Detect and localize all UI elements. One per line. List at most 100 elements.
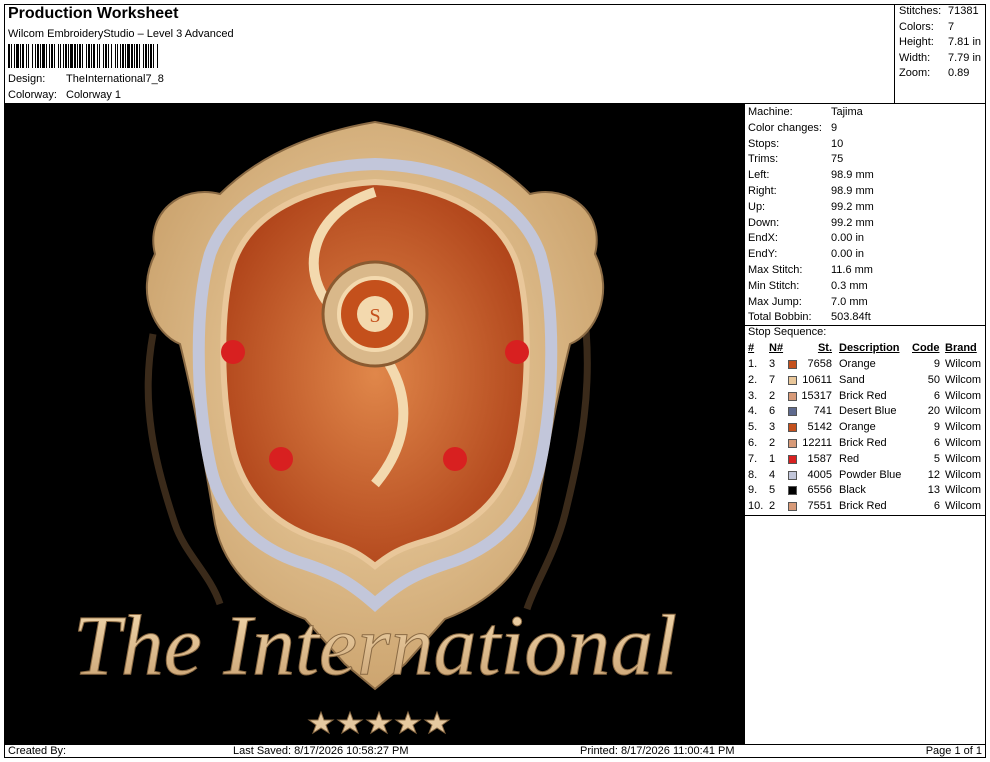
row-brand: Wilcom [945, 500, 982, 513]
info-value: 99.2 mm [831, 216, 874, 229]
row-code: 12 [927, 468, 940, 481]
row-needle: 2 [769, 437, 776, 449]
info-label: Left: [748, 169, 770, 182]
stat-value: 0.89 [948, 67, 970, 80]
row-brand: Wilcom [945, 389, 982, 402]
worksheet-title: Production Worksheet [8, 5, 179, 22]
row-brand: Wilcom [945, 405, 982, 418]
design-text: The International [73, 597, 677, 693]
design-row: Design: TheInternational7_8 [0, 73, 300, 87]
info-value: Tajima [831, 106, 863, 118]
row-description: Sand [839, 373, 865, 386]
col-num: # [748, 342, 755, 354]
machine-info-panel: Machine: Tajima Color changes: 9 Stops: 10 Tri… [745, 104, 986, 744]
row-stitches: 4005 [807, 468, 832, 481]
row-description: Desert Blue [839, 405, 897, 418]
info-label: Color changes: [748, 121, 822, 134]
info-value: 9 [831, 121, 838, 134]
row-stitches: 741 [813, 405, 832, 418]
stat-value: 7 [948, 20, 955, 33]
info-label: Down: [748, 216, 780, 229]
row-needle: 3 [769, 421, 776, 434]
row-code: 6 [933, 389, 940, 402]
table-bottom-rule [745, 515, 986, 516]
info-label: EndX: [748, 232, 778, 245]
row-needle: 2 [769, 389, 776, 402]
row-number: 8. [748, 468, 758, 481]
row-number: 6. [748, 437, 758, 449]
embroidery-design-image: S The International [72, 120, 678, 735]
color-swatch [788, 407, 797, 417]
row-brand: Wilcom [945, 468, 982, 481]
row-description: Brick Red [839, 437, 887, 449]
info-value: 75 [831, 153, 844, 166]
row-code: 20 [927, 405, 940, 418]
row-stitches: 12211 [802, 437, 832, 449]
printed-date: Printed: 8/17/2026 11:00:41 PM [580, 745, 735, 757]
row-description: Powder Blue [839, 468, 902, 481]
info-value: 0.00 in [831, 232, 865, 245]
row-stitches: 6556 [807, 484, 832, 497]
info-label: Max Jump: [748, 295, 802, 308]
col-stitches: St. [817, 342, 832, 354]
col-code: Code [912, 342, 940, 354]
row-brand: Wilcom [945, 484, 982, 497]
row-code: 50 [927, 373, 940, 386]
svg-text:S: S [369, 305, 380, 327]
info-value: 11.6 mm [831, 264, 873, 276]
info-label: Right: [748, 185, 777, 197]
color-swatch [788, 439, 797, 448]
color-swatch [788, 502, 797, 512]
design-preview: S The International [5, 104, 744, 744]
col-description: Description [839, 342, 900, 354]
row-code: 9 [933, 358, 940, 370]
info-value: 10 [831, 137, 844, 150]
row-stitches: 10611 [802, 373, 832, 386]
color-swatch [788, 360, 797, 369]
row-needle: 3 [769, 358, 776, 370]
row-brand: Wilcom [945, 373, 982, 386]
design-label: Design: [8, 73, 46, 85]
info-label: Max Stitch: [748, 264, 803, 276]
row-stitches: 7551 [807, 500, 832, 513]
stat-label: Colors: [899, 20, 934, 33]
row-description: Orange [839, 358, 876, 370]
row-needle: 5 [769, 484, 776, 497]
color-swatch [788, 375, 797, 385]
row-description: Brick Red [839, 500, 887, 513]
row-number: 7. [748, 452, 758, 465]
row-needle: 4 [769, 468, 776, 481]
info-value: 503.84ft [831, 311, 871, 324]
row-needle: 1 [769, 452, 776, 465]
stop-sequence-title: Stop Sequence: [748, 326, 827, 338]
software-name: Wilcom EmbroideryStudio – Level 3 Advanc… [8, 28, 234, 40]
color-swatch [788, 391, 797, 401]
col-brand: Brand [945, 342, 977, 354]
row-code: 6 [933, 500, 940, 513]
row-code: 9 [933, 421, 940, 434]
row-stitches: 1587 [807, 452, 832, 465]
stat-label: Width: [899, 51, 931, 64]
colorway-value: Colorway 1 [66, 89, 122, 101]
stat-label: Zoom: [899, 67, 931, 80]
created-by: Created By: [8, 745, 67, 757]
info-label: Total Bobbin: [748, 311, 812, 324]
row-number: 2. [748, 373, 758, 386]
row-needle: 6 [769, 405, 776, 418]
row-number: 3. [748, 389, 758, 402]
info-value: 0.3 mm [831, 279, 868, 292]
footer: Created By: Last Saved: 8/17/2026 10:58:… [5, 744, 986, 758]
row-description: Brick Red [839, 389, 887, 402]
stat-label: Stitches: [899, 5, 942, 17]
info-label: Min Stitch: [748, 279, 800, 292]
info-label: EndY: [748, 248, 778, 261]
colorway-label: Colorway: [8, 89, 57, 101]
row-stitches: 15317 [801, 389, 832, 402]
info-value: 98.9 mm [831, 169, 874, 182]
row-description: Black [839, 484, 866, 497]
row-number: 10. [748, 500, 764, 513]
row-needle: 2 [769, 500, 776, 513]
row-description: Orange [839, 421, 876, 434]
color-swatch [788, 423, 797, 433]
colorway-row: Colorway: Colorway 1 [0, 89, 300, 103]
